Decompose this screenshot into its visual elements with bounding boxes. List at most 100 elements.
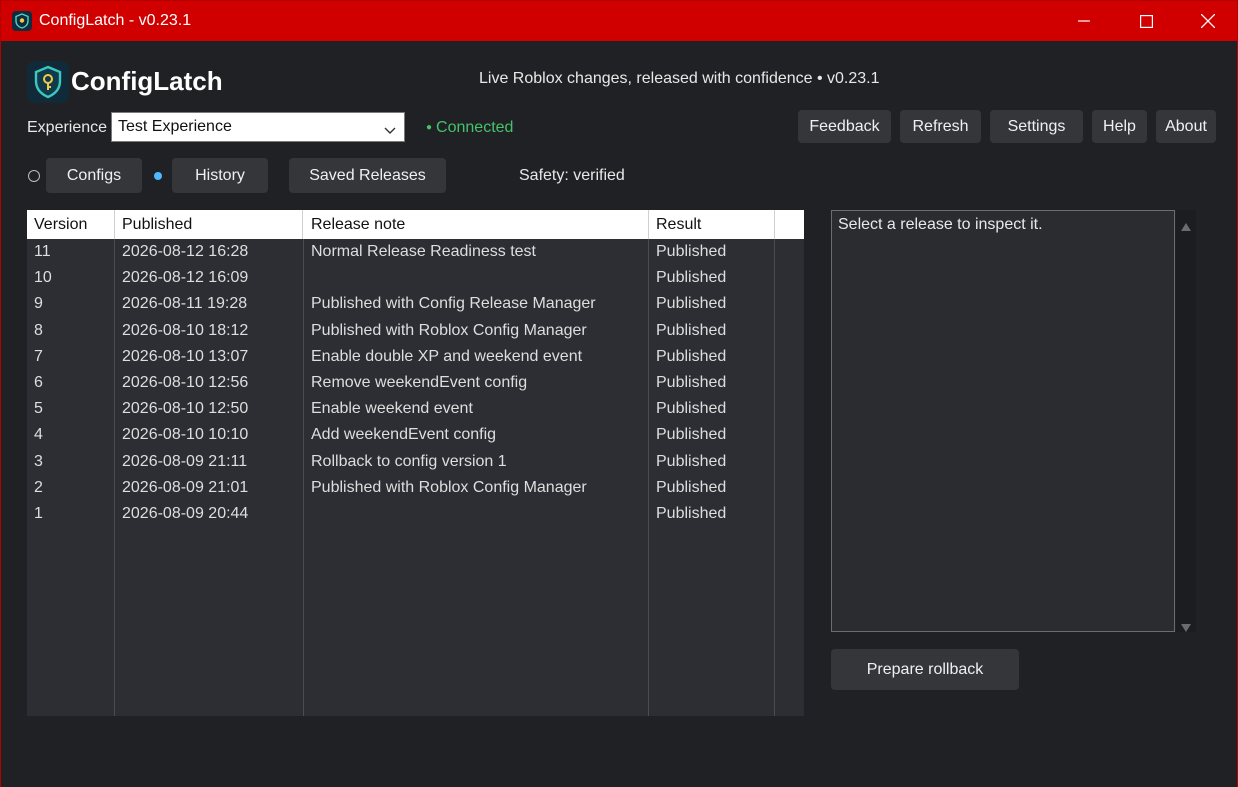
main-content: ConfigLatch Live Roblox changes, release…: [1, 41, 1237, 787]
cell-result: Published: [656, 478, 727, 496]
tab-configs[interactable]: Configs: [46, 158, 142, 193]
feedback-button[interactable]: Feedback: [798, 110, 891, 143]
cell-release-note: Rollback to config version 1: [311, 452, 507, 470]
title-bar: ConfigLatch - v0.23.1: [1, 1, 1237, 41]
cell-version: 9: [34, 295, 43, 313]
cell-release-note: [304, 501, 649, 527]
table-row[interactable]: 8 2026-08-10 18:12 Published with Roblox C…: [27, 318, 804, 344]
cell-result: Published: [656, 269, 727, 287]
column-header-published[interactable]: Published: [115, 210, 303, 239]
cell-result: Published: [656, 295, 727, 313]
cell-published: 2026-08-09 21:11: [122, 452, 248, 470]
table-row[interactable]: 5 2026-08-10 12:50 Enable weekend event Pub…: [27, 396, 804, 422]
tagline: Live Roblox changes, released with confi…: [479, 70, 880, 87]
cell-release-note: Normal Release Readiness test: [311, 243, 536, 260]
logo-icon: [27, 61, 69, 103]
cell-result: Published: [656, 373, 727, 391]
cell-result: Published: [656, 347, 727, 365]
cell-published: 2026-08-10 12:50: [122, 400, 249, 418]
minimize-icon: [1078, 15, 1090, 27]
chevron-down-icon: [384, 121, 396, 141]
cell-release-note: [304, 265, 649, 291]
cell-version: 5: [34, 400, 43, 418]
column-header-result[interactable]: Result: [649, 210, 775, 239]
settings-button[interactable]: Settings: [990, 110, 1083, 143]
experience-label: Experience: [27, 119, 108, 136]
window-title: ConfigLatch - v0.23.1: [39, 12, 192, 29]
cell-version: 2: [34, 478, 43, 496]
maximize-button[interactable]: [1123, 1, 1169, 41]
help-button[interactable]: Help: [1092, 110, 1147, 143]
close-icon: [1201, 14, 1215, 28]
cell-version: 1: [34, 504, 43, 522]
table-row[interactable]: 9 2026-08-11 19:28 Published with Config R…: [27, 291, 804, 317]
scroll-down-icon[interactable]: [1181, 617, 1191, 636]
tab-history[interactable]: History: [172, 158, 268, 193]
cell-result: Published: [656, 452, 727, 470]
minimize-button[interactable]: [1061, 1, 1107, 41]
table-row[interactable]: 11 2026-08-12 16:28 Normal Release Readine…: [27, 239, 804, 265]
table-row[interactable]: 3 2026-08-09 21:11 Rollback to config vers…: [27, 449, 804, 475]
cell-version: 4: [34, 426, 43, 444]
table-row[interactable]: 10 2026-08-12 16:09 Published: [27, 265, 804, 291]
cell-version: 6: [34, 373, 43, 391]
cell-release-note: Published with Config Release Manager: [311, 295, 596, 313]
cell-result: Published: [656, 400, 727, 418]
prepare-rollback-button[interactable]: Prepare rollback: [831, 649, 1019, 690]
saved-releases-button[interactable]: Saved Releases: [289, 158, 446, 193]
experience-select[interactable]: Test Experience: [111, 112, 405, 142]
experience-selected-value: Test Experience: [118, 118, 232, 135]
cell-release-note: Enable double XP and weekend event: [311, 347, 583, 365]
status-dot-icon: ●: [426, 122, 433, 133]
table-row[interactable]: 6 2026-08-10 12:56 Remove weekendEvent con…: [27, 370, 804, 396]
table-row[interactable]: 2 2026-08-09 21:01 Published with Roblox C…: [27, 475, 804, 501]
cell-result: Published: [656, 243, 727, 260]
table-header: Version Published Release note Result: [27, 210, 804, 239]
cell-release-note: Add weekendEvent config: [311, 426, 497, 444]
cell-result: Published: [656, 426, 727, 444]
cell-version: 3: [34, 452, 43, 470]
app-window: ConfigLatch - v0.23.1 ConfigLatch Live R…: [0, 0, 1238, 787]
maximize-icon: [1139, 14, 1153, 28]
cell-version: 10: [34, 269, 52, 287]
cell-version: 11: [34, 243, 51, 260]
table-row[interactable]: 4 2026-08-10 10:10 Add weekendEvent config…: [27, 422, 804, 448]
refresh-button[interactable]: Refresh: [900, 110, 981, 143]
release-inspector[interactable]: Select a release to inspect it.: [831, 210, 1175, 632]
cell-release-note: Enable weekend event: [311, 400, 473, 418]
cell-published: 2026-08-11 19:28: [122, 295, 248, 313]
brand-name: ConfigLatch: [71, 66, 223, 96]
column-header-release-note[interactable]: Release note: [304, 210, 649, 239]
cell-published: 2026-08-09 21:01: [122, 478, 249, 496]
cell-published: 2026-08-10 13:07: [122, 347, 249, 365]
app-shield-icon: [12, 11, 32, 31]
history-table: Version Published Release note Result 11…: [27, 210, 804, 716]
cell-published: 2026-08-10 10:10: [122, 426, 249, 444]
inspector-placeholder: Select a release to inspect it.: [838, 216, 1043, 233]
about-button[interactable]: About: [1156, 110, 1216, 143]
cell-result: Published: [656, 321, 727, 339]
inspector-scrollbar[interactable]: [1176, 210, 1196, 632]
cell-published: 2026-08-12 16:09: [122, 269, 249, 287]
status-text: Connected: [436, 119, 514, 136]
cell-version: 8: [34, 321, 43, 339]
column-header-version[interactable]: Version: [27, 210, 115, 239]
cell-version: 7: [34, 347, 43, 365]
scroll-up-icon[interactable]: [1181, 216, 1191, 235]
connection-status: ● Connected: [426, 118, 513, 138]
close-button[interactable]: [1185, 1, 1231, 41]
table-row[interactable]: 7 2026-08-10 13:07 Enable double XP and we…: [27, 344, 804, 370]
cell-result: Published: [656, 504, 727, 522]
cell-published: 2026-08-10 12:56: [122, 373, 249, 391]
table-row[interactable]: 1 2026-08-09 20:44 Published: [27, 501, 804, 527]
cell-published: 2026-08-12 16:28: [122, 243, 249, 260]
history-radio[interactable]: [154, 172, 162, 180]
cell-release-note: Published with Roblox Config Manager: [311, 321, 587, 339]
cell-release-note: Published with Roblox Config Manager: [311, 478, 587, 496]
cell-published: 2026-08-09 20:44: [122, 504, 249, 522]
safety-status: Safety: verified: [519, 167, 625, 184]
table-body: 11 2026-08-12 16:28 Normal Release Readine…: [27, 239, 804, 527]
cell-published: 2026-08-10 18:12: [122, 321, 249, 339]
configs-radio[interactable]: [28, 170, 40, 182]
cell-release-note: Remove weekendEvent config: [311, 373, 528, 391]
